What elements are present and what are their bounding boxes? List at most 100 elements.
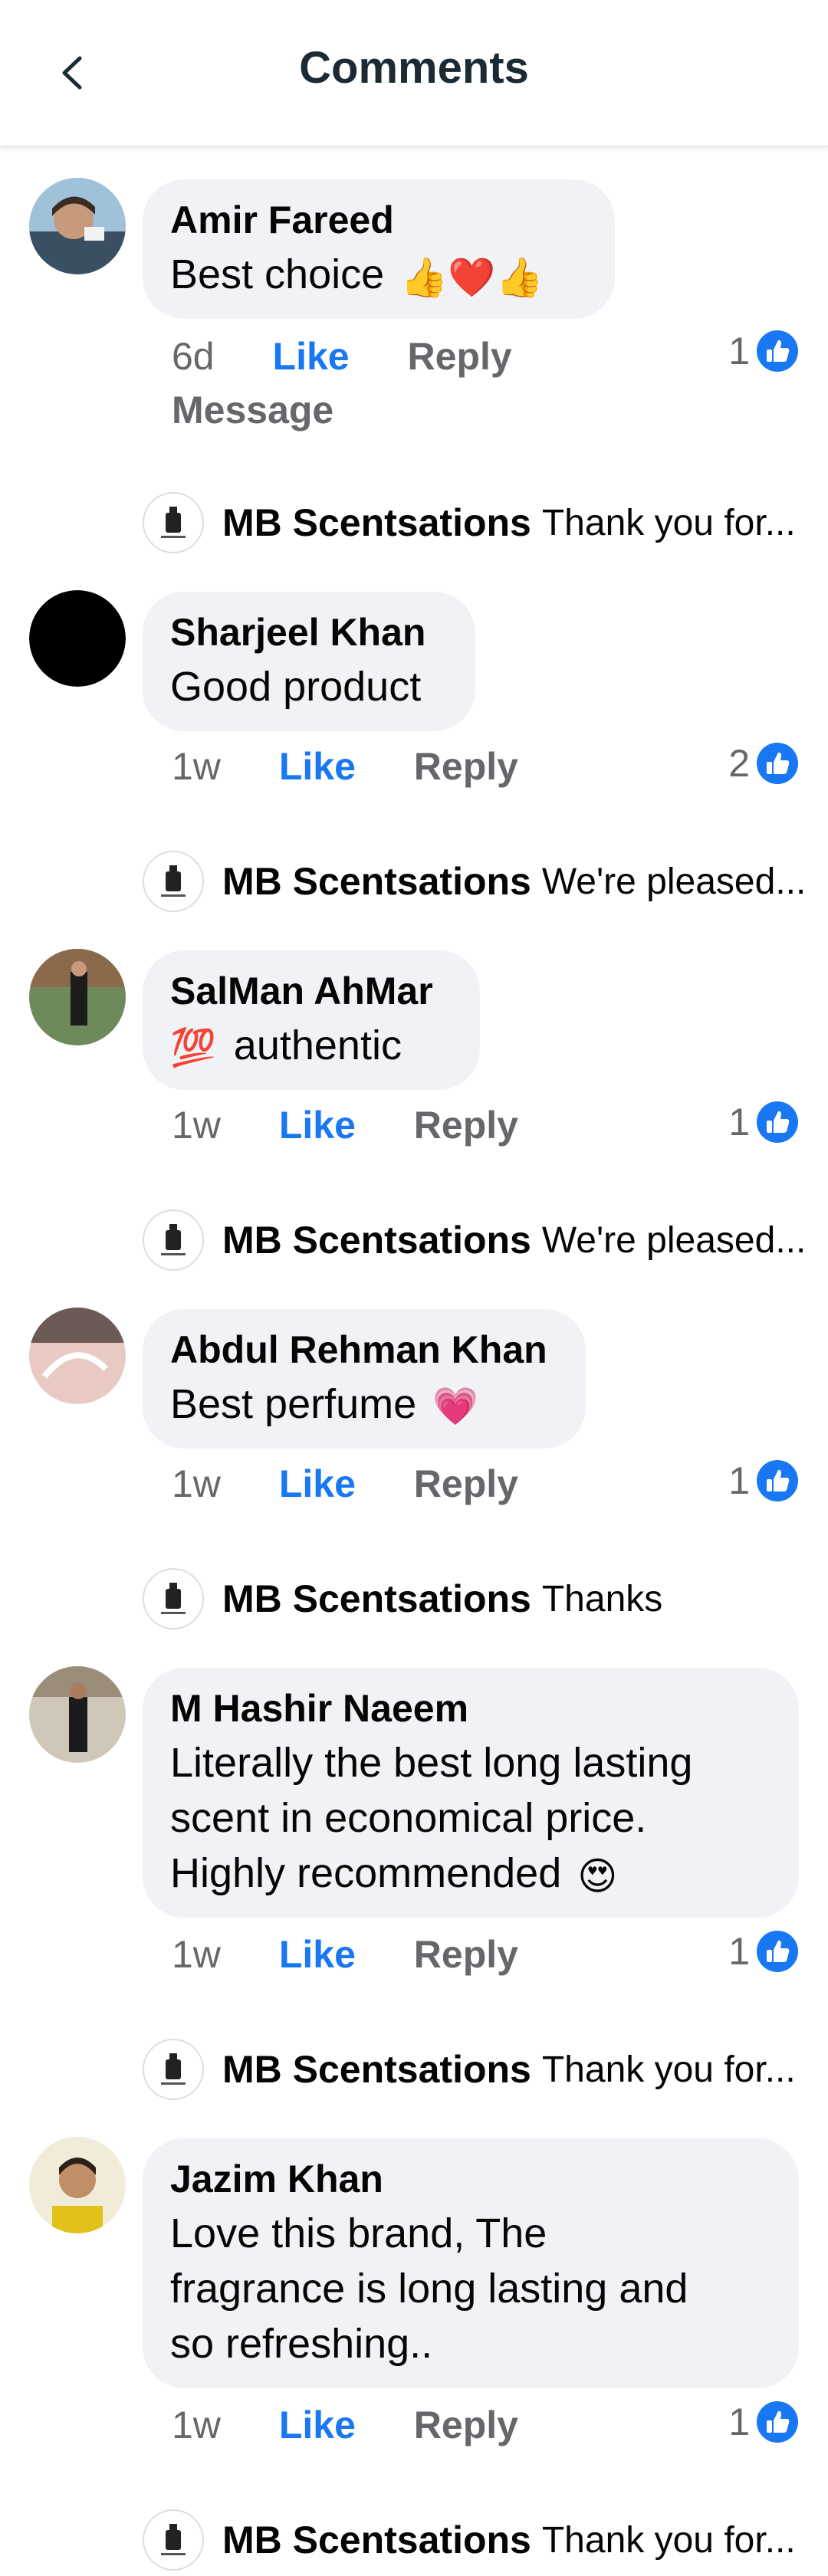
comment-emoji: 😍: [577, 1854, 618, 1898]
comment-text: Best perfume 💗: [170, 1377, 558, 1435]
comment-actions-row2: Message: [172, 387, 381, 433]
reply-button[interactable]: Reply: [408, 335, 512, 378]
comment-time: 1w: [172, 2404, 221, 2446]
avatar[interactable]: [29, 178, 126, 274]
reply-button[interactable]: Reply: [414, 1933, 518, 1976]
comment-time: 1w: [172, 745, 221, 788]
reaction-count[interactable]: 2: [728, 740, 799, 786]
avatar[interactable]: [29, 1308, 126, 1404]
page-title: Comments: [299, 43, 529, 93]
perfume-logo-icon: [161, 865, 186, 897]
like-reaction-icon: [757, 330, 798, 372]
comment-time: 1w: [172, 1933, 221, 1976]
page-reply[interactable]: MB Scentsations We're pleased...: [143, 851, 806, 912]
page-name[interactable]: MB Scentsations: [222, 2518, 531, 2562]
like-button[interactable]: Like: [279, 1462, 356, 1505]
page-avatar[interactable]: [143, 2039, 204, 2100]
page-avatar[interactable]: [143, 1209, 204, 1271]
comment-body: authentic: [233, 1022, 402, 1068]
comment-line: Highly recommended: [170, 1850, 562, 1896]
avatar[interactable]: [29, 590, 126, 687]
page-reply[interactable]: MB Scentsations Thank you for...: [143, 492, 796, 553]
reaction-count[interactable]: 1: [728, 1099, 799, 1145]
page-reply-text: Thank you for...: [541, 2519, 796, 2561]
reaction-count[interactable]: 1: [728, 2399, 799, 2445]
like-button[interactable]: Like: [279, 1933, 356, 1976]
comment-bubble[interactable]: Abdul Rehman Khan Best perfume 💗: [143, 1309, 586, 1449]
comment-body: Best choice: [170, 251, 385, 297]
comment-bubble[interactable]: SalMan AhMar 💯 authentic: [143, 950, 480, 1090]
like-button[interactable]: Like: [273, 335, 350, 378]
reaction-count[interactable]: 1: [728, 328, 799, 374]
avatar[interactable]: [29, 949, 126, 1045]
page-reply-text: We're pleased...: [541, 1219, 807, 1261]
like-reaction-icon: [757, 1460, 798, 1501]
comment-author[interactable]: M Hashir Naeem: [170, 1682, 771, 1735]
comment-author[interactable]: Jazim Khan: [170, 2152, 771, 2206]
page-reply-text: Thank you for...: [541, 502, 796, 543]
reaction-number: 1: [728, 1930, 750, 1973]
reaction-count[interactable]: 1: [728, 1458, 799, 1504]
comment-bubble[interactable]: Amir Fareed Best choice 👍❤️👍: [143, 179, 615, 319]
comment-time: 1w: [172, 1462, 221, 1505]
like-reaction-icon: [757, 743, 798, 784]
page-name[interactable]: MB Scentsations: [222, 859, 531, 904]
comment-author[interactable]: SalMan AhMar: [170, 964, 452, 1018]
reply-button[interactable]: Reply: [414, 1104, 518, 1147]
page-avatar[interactable]: [143, 851, 204, 912]
page-name[interactable]: MB Scentsations: [222, 1218, 531, 1262]
page-reply-text: Thank you for...: [541, 2049, 796, 2090]
reaction-number: 1: [728, 2400, 750, 2443]
like-button[interactable]: Like: [279, 745, 356, 788]
comment-body: Best perfume: [170, 1381, 417, 1427]
page-reply[interactable]: MB Scentsations Thank you for...: [143, 2039, 796, 2100]
like-reaction-icon: [757, 1931, 798, 1972]
comment-actions: 1w Like Reply: [172, 2402, 566, 2448]
page-avatar[interactable]: [143, 1568, 204, 1629]
page-reply[interactable]: MB Scentsations We're pleased...: [143, 1209, 806, 1271]
comment-bubble[interactable]: M Hashir Naeem Literally the best long l…: [143, 1668, 799, 1918]
page-avatar[interactable]: [143, 2509, 204, 2571]
comment-actions: 1w Like Reply: [172, 1102, 566, 1148]
comment-line: scent in economical price.: [170, 1795, 647, 1841]
message-button[interactable]: Message: [172, 389, 334, 432]
comment-line: fragrance is long lasting and: [170, 2266, 688, 2312]
reaction-number: 1: [728, 1459, 750, 1502]
comment-bubble[interactable]: Jazim Khan Love this brand, The fragranc…: [143, 2138, 799, 2388]
perfume-logo-icon: [161, 2524, 186, 2555]
perfume-logo-icon: [161, 507, 186, 538]
reply-button[interactable]: Reply: [414, 2404, 518, 2446]
comment-text: Good product: [170, 664, 422, 710]
perfume-logo-icon: [161, 1583, 186, 1614]
avatar[interactable]: [29, 2137, 126, 2233]
like-button[interactable]: Like: [279, 1104, 356, 1147]
page-name[interactable]: MB Scentsations: [222, 500, 531, 545]
comment-line: Literally the best long lasting: [170, 1740, 693, 1786]
page-reply[interactable]: MB Scentsations Thanks: [143, 1568, 662, 1629]
page-reply-text: Thanks: [541, 1578, 663, 1619]
comment-author[interactable]: Sharjeel Khan: [170, 605, 448, 659]
comment-emoji: 👍❤️👍: [400, 255, 544, 299]
reaction-count[interactable]: 1: [728, 1928, 799, 1974]
comment-line: so refreshing..: [170, 2321, 433, 2367]
comment-time: 1w: [172, 1104, 221, 1147]
reply-button[interactable]: Reply: [414, 745, 518, 788]
reply-button[interactable]: Reply: [414, 1462, 518, 1505]
comment-bubble[interactable]: Sharjeel Khan Good product: [143, 592, 475, 731]
page-name[interactable]: MB Scentsations: [222, 2047, 531, 2092]
page-reply[interactable]: MB Scentsations Thank you for...: [143, 2509, 796, 2571]
avatar[interactable]: [29, 1666, 126, 1763]
comment-text: Highly recommended 😍: [170, 1846, 771, 1904]
comment-author[interactable]: Amir Fareed: [170, 193, 587, 247]
page-avatar[interactable]: [143, 492, 204, 553]
comment-text: 💯 authentic: [170, 1018, 452, 1076]
perfume-logo-icon: [161, 1224, 186, 1255]
like-reaction-icon: [757, 1101, 798, 1143]
like-button[interactable]: Like: [279, 2404, 356, 2446]
like-reaction-icon: [757, 2401, 798, 2443]
page-reply-text: We're pleased...: [541, 861, 807, 902]
page-name[interactable]: MB Scentsations: [222, 1577, 531, 1621]
comment-emoji: 💯: [170, 1027, 216, 1068]
comment-author[interactable]: Abdul Rehman Khan: [170, 1323, 558, 1377]
comment-actions: 1w Like Reply: [172, 1461, 566, 1507]
